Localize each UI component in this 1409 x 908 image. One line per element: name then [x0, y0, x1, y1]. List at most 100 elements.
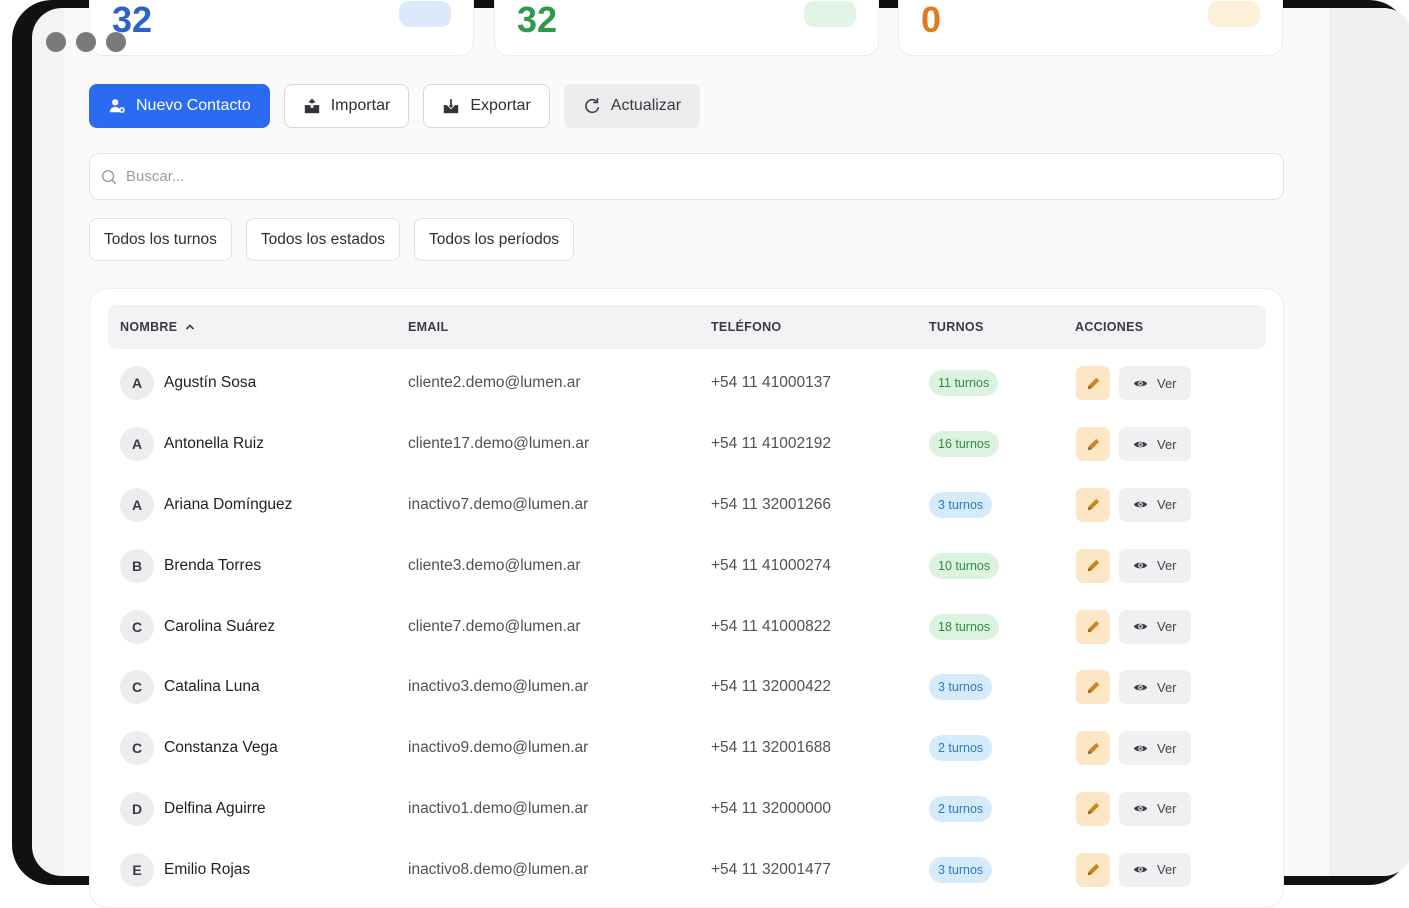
filter-states-select[interactable]: Todos los estados [245, 218, 400, 261]
contacts-table: NOMBRE EMAIL TELÉFONO TURNOS ACCIONES AA… [89, 288, 1284, 908]
table-body: A Agustín Sosa cliente2.demo@lumen.ar +54 1… [90, 353, 1283, 900]
shifts-count-badge: 18 turnos [929, 613, 1000, 640]
table-row[interactable]: A Antonella Ruiz cliente17.demo@lumen.ar +5… [90, 414, 1283, 475]
column-header-name-label: NOMBRE [120, 320, 178, 334]
contact-phone: +54 11 41000822 [711, 617, 831, 635]
contact-phone: +54 11 41000274 [711, 556, 831, 574]
contact-email: inactivo9.demo@lumen.ar [408, 739, 589, 757]
contact-phone: +54 11 32000000 [711, 799, 831, 817]
avatar: C [120, 731, 154, 766]
pencil-icon [1087, 803, 1099, 815]
pencil-icon [1087, 499, 1099, 511]
refresh-button[interactable]: Actualizar [563, 84, 701, 128]
contact-name: Delfina Aguirre [164, 799, 266, 817]
table-row[interactable]: C Catalina Luna inactivo3.demo@lumen.ar +54… [90, 657, 1283, 718]
column-header-shifts: TURNOS [929, 320, 984, 334]
sort-ascending-icon [186, 324, 195, 330]
refresh-icon [584, 97, 599, 114]
window-maximize-dot[interactable] [106, 32, 126, 52]
stat-card-active: 32 [494, 0, 879, 56]
new-contact-label: Nuevo Contacto [136, 97, 251, 114]
table-row[interactable]: A Ariana Domínguez inactivo7.demo@lumen.ar… [90, 475, 1283, 536]
edit-button[interactable] [1076, 852, 1110, 887]
edit-button[interactable] [1076, 366, 1110, 401]
column-header-phone: TELÉFONO [711, 320, 782, 334]
view-button[interactable]: Ver [1119, 427, 1191, 462]
contact-name: Catalina Luna [164, 678, 260, 696]
contact-name: Agustín Sosa [164, 374, 257, 392]
export-button[interactable]: Exportar [423, 84, 550, 128]
import-button[interactable]: Importar [283, 84, 410, 128]
edit-button[interactable] [1076, 427, 1110, 462]
view-button[interactable]: Ver [1119, 366, 1191, 401]
contact-phone: +54 11 41002192 [711, 435, 831, 453]
eye-icon [1133, 745, 1148, 751]
view-button-label: Ver [1157, 497, 1177, 513]
pencil-icon [1087, 742, 1099, 754]
view-button-label: Ver [1157, 619, 1177, 635]
shifts-count-badge: 16 turnos [929, 431, 1000, 458]
eye-icon [1133, 684, 1148, 691]
table-row[interactable]: A Agustín Sosa cliente2.demo@lumen.ar +54 1… [90, 353, 1283, 414]
edit-button[interactable] [1076, 670, 1110, 705]
avatar: D [120, 791, 154, 826]
shifts-count-badge: 3 turnos [929, 674, 993, 701]
column-header-name[interactable]: NOMBRE [120, 320, 195, 334]
contact-phone: +54 11 41000137 [711, 374, 831, 392]
view-button-label: Ver [1157, 862, 1177, 878]
shifts-count-badge: 2 turnos [929, 795, 993, 822]
new-contact-button[interactable]: Nuevo Contacto [89, 84, 270, 128]
contact-phone: +54 11 32000422 [711, 678, 831, 696]
view-button-label: Ver [1157, 375, 1177, 391]
edit-button[interactable] [1076, 791, 1110, 826]
contact-email: cliente7.demo@lumen.ar [408, 617, 581, 635]
download-icon [444, 98, 459, 114]
filter-shifts-select[interactable]: Todos los turnos [89, 218, 232, 261]
scrollbar-track[interactable] [1329, 8, 1409, 876]
contact-email: inactivo1.demo@lumen.ar [408, 799, 589, 817]
avatar: C [120, 609, 154, 644]
pencil-icon [1087, 560, 1099, 572]
table-row[interactable]: C Constanza Vega inactivo9.demo@lumen.ar +5… [90, 718, 1283, 779]
contact-name: Emilio Rojas [164, 860, 251, 878]
column-header-email: EMAIL [408, 320, 449, 334]
filter-periods-select[interactable]: Todos los períodos [413, 218, 575, 261]
stat-value: 0 [921, 0, 942, 40]
window-close-dot[interactable] [46, 32, 66, 52]
view-button-label: Ver [1157, 801, 1177, 817]
edit-button[interactable] [1076, 487, 1110, 522]
contact-name: Constanza Vega [164, 739, 278, 757]
shifts-count-badge: 3 turnos [929, 491, 993, 518]
search-input[interactable] [126, 168, 1226, 185]
pencil-icon [1087, 681, 1099, 693]
search-bar [89, 153, 1284, 200]
avatar: A [120, 366, 154, 401]
view-button[interactable]: Ver [1119, 609, 1191, 644]
edit-button[interactable] [1076, 609, 1110, 644]
refresh-label: Actualizar [610, 97, 682, 114]
table-row[interactable]: E Emilio Rojas inactivo8.demo@lumen.ar +54 … [90, 839, 1283, 900]
eye-icon [1133, 380, 1148, 387]
view-button[interactable]: Ver [1119, 548, 1191, 583]
window-minimize-dot[interactable] [76, 32, 96, 52]
table-row[interactable]: B Brenda Torres cliente3.demo@lumen.ar +54 … [90, 535, 1283, 596]
table-row[interactable]: C Carolina Suárez cliente7.demo@lumen.ar +5… [90, 596, 1283, 657]
view-button[interactable]: Ver [1119, 852, 1191, 887]
contact-email: inactivo3.demo@lumen.ar [408, 678, 589, 696]
pencil-icon [1087, 377, 1099, 390]
view-button[interactable]: Ver [1119, 487, 1191, 522]
column-header-actions: ACCIONES [1075, 320, 1144, 334]
view-button[interactable]: Ver [1119, 791, 1191, 826]
stat-icon-pill [399, 1, 451, 27]
edit-button[interactable] [1076, 548, 1110, 583]
contact-phone: +54 11 32001266 [711, 495, 831, 513]
view-button[interactable]: Ver [1119, 731, 1191, 766]
stat-card-total: 32 [89, 0, 474, 56]
view-button[interactable]: Ver [1119, 670, 1191, 705]
table-row[interactable]: D Delfina Aguirre inactivo1.demo@lumen.ar +… [90, 779, 1283, 840]
avatar: A [120, 427, 154, 462]
eye-icon [1133, 623, 1148, 630]
shifts-count-badge: 2 turnos [929, 735, 993, 762]
contact-email: cliente3.demo@lumen.ar [408, 556, 581, 574]
edit-button[interactable] [1076, 731, 1110, 766]
